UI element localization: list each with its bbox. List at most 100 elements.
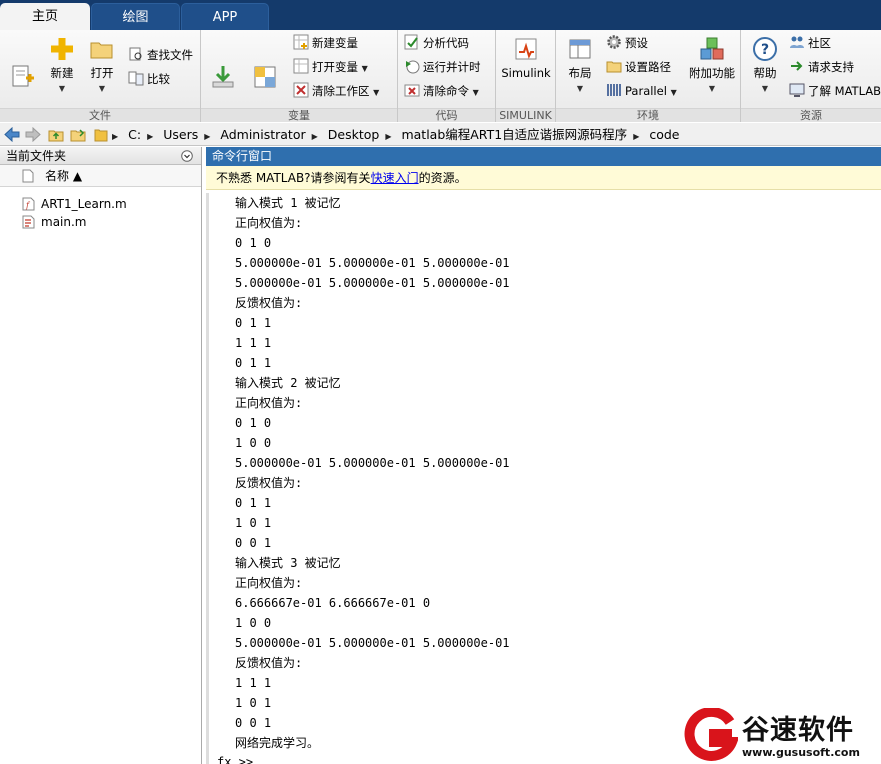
output-line: 0 1 0 xyxy=(235,236,272,250)
chevron-down-icon: ▼ xyxy=(361,64,368,73)
output-line: 正向权值为: xyxy=(235,216,303,230)
layout-icon xyxy=(569,39,591,59)
environment-group: 布局 ▼ 预设 设置路径 Parallel ▼ 附加功能 ▼ 环境 xyxy=(556,30,741,122)
help-question-icon: ? xyxy=(753,37,777,61)
panel-menu-chevron-icon[interactable] xyxy=(181,150,193,162)
back-arrow-icon[interactable] xyxy=(4,127,20,142)
learn-matlab-button[interactable]: 了解 MATLAB xyxy=(789,81,881,101)
breadcrumb-item[interactable]: Users xyxy=(163,127,198,142)
breadcrumb-separator-icon: ▶ xyxy=(633,132,640,141)
file-type-icon xyxy=(22,169,34,183)
command-window[interactable]: 命令行窗口 不熟悉 MATLAB?请参阅有关快速入门的资源。 输入模式 1 被记… xyxy=(206,147,881,764)
parallel-button[interactable]: Parallel ▼ xyxy=(606,81,677,101)
open-variable-button[interactable]: 打开变量 ▼ xyxy=(293,57,368,77)
community-button[interactable]: 社区 xyxy=(789,33,831,53)
breadcrumb-separator-icon: ▶ xyxy=(311,132,318,141)
file-item[interactable]: main.m xyxy=(0,213,201,231)
breadcrumb-separator-icon: ▶ xyxy=(385,132,392,141)
addons-cubes-icon xyxy=(700,37,724,60)
output-line: 网络完成学习。 xyxy=(235,736,320,750)
simulink-group-label: SIMULINK xyxy=(496,108,555,122)
resources-group: ? 帮助 ▼ 社区 请求支持 了解 MATLAB 资源 xyxy=(741,30,881,122)
clear-commands-button[interactable]: 清除命令 ▼ xyxy=(404,81,479,101)
file-item[interactable]: f ART1_Learn.m xyxy=(0,195,201,213)
getting-started-infobar: 不熟悉 MATLAB?请参阅有关快速入门的资源。 xyxy=(206,166,881,190)
watermark-url: www.gususoft.com xyxy=(742,746,860,759)
breadcrumb-separator-icon: ▶ xyxy=(204,132,211,141)
command-window-title: 命令行窗口 xyxy=(206,147,881,166)
folder-path-icon xyxy=(606,61,622,73)
run-and-time-button[interactable]: 运行并计时 xyxy=(404,57,481,77)
chevron-down-icon: ▼ xyxy=(576,84,584,93)
set-path-button[interactable]: 设置路径 xyxy=(606,57,671,77)
output-line: 6.666667e-01 6.666667e-01 0 xyxy=(235,596,431,610)
forward-arrow-icon[interactable] xyxy=(25,127,41,142)
clear-workspace-button[interactable]: 清除工作区 ▼ xyxy=(293,81,379,101)
find-files-icon xyxy=(129,47,142,61)
current-folder-panel: 当前文件夹 名称 ▲ f ART1_Learn.m main.m xyxy=(0,147,202,764)
breadcrumb-item[interactable]: code xyxy=(649,127,679,142)
root-folder-icon[interactable] xyxy=(94,127,108,142)
breadcrumb-item[interactable]: C: xyxy=(128,127,141,142)
gear-icon xyxy=(607,35,621,49)
output-line: 正向权值为: xyxy=(235,396,303,410)
output-line: 0 0 1 xyxy=(235,716,272,730)
up-folder-icon[interactable] xyxy=(48,127,64,142)
command-prompt[interactable]: fx >> xyxy=(217,755,253,764)
tab-home[interactable]: 主页 xyxy=(0,3,90,30)
output-line: 反馈权值为: xyxy=(235,296,303,310)
simulink-button[interactable]: Simulink xyxy=(500,36,552,80)
open-button[interactable]: 打开 ▼ xyxy=(82,36,122,96)
tab-plots[interactable]: 绘图 xyxy=(91,3,180,30)
compare-button[interactable]: 比较 xyxy=(128,69,170,89)
mfile-function-icon: f xyxy=(22,197,35,211)
analyze-code-button[interactable]: 分析代码 xyxy=(404,33,469,53)
request-support-button[interactable]: 请求支持 xyxy=(789,57,854,77)
svg-text:?: ? xyxy=(761,42,769,58)
tab-apps[interactable]: APP xyxy=(181,3,269,30)
output-line: 1 0 1 xyxy=(235,516,272,530)
chevron-down-icon: ▼ xyxy=(670,88,677,97)
new-button[interactable]: 新建 ▼ xyxy=(42,36,82,96)
parallel-icon xyxy=(607,84,621,96)
chevron-down-icon: ▼ xyxy=(373,88,380,97)
output-line: 0 1 1 xyxy=(235,316,272,330)
layout-button[interactable]: 布局 ▼ xyxy=(560,36,600,96)
find-files-button[interactable]: 查找文件 xyxy=(128,45,193,65)
help-button[interactable]: ? 帮助 ▼ xyxy=(745,36,785,96)
quick-start-link[interactable]: 快速入门 xyxy=(371,171,419,185)
breadcrumb-separator-icon: ▶ xyxy=(147,132,154,141)
breadcrumb-item[interactable]: matlab编程ART1自适应谐振网源码程序 xyxy=(401,127,627,142)
breadcrumb-item[interactable]: Administrator xyxy=(220,127,305,142)
breadcrumb-item[interactable]: Desktop xyxy=(328,127,380,142)
toolstrip-tabbar: 主页 绘图 APP xyxy=(0,0,881,30)
gususoft-logo-icon xyxy=(684,708,738,761)
output-line: 0 0 1 xyxy=(235,536,272,550)
chevron-down-icon: ▼ xyxy=(472,88,479,97)
breadcrumb: ▶ C: ▶ Users ▶ Administrator ▶ Desktop ▶ mat… xyxy=(112,123,685,148)
name-column-header[interactable]: 名称 ▲ xyxy=(0,165,201,187)
variable-group-label: 变量 xyxy=(201,108,397,122)
file-group-label: 文件 xyxy=(0,108,200,122)
simulink-group: Simulink SIMULINK xyxy=(496,30,556,122)
run-and-time-icon xyxy=(406,60,420,74)
clear-workspace-icon xyxy=(293,82,309,98)
chevron-down-icon: ▼ xyxy=(58,84,66,93)
simulink-icon xyxy=(515,38,537,60)
watermark-logo: 谷速软件 www.gususoft.com xyxy=(684,706,881,764)
output-line: 反馈权值为: xyxy=(235,656,303,670)
output-line: 反馈权值为: xyxy=(235,476,303,490)
watermark-text: 谷速软件 xyxy=(742,715,854,746)
new-variable-button[interactable]: 新建变量 xyxy=(293,33,358,53)
save-workspace-icon xyxy=(254,66,276,88)
code-group: 分析代码 运行并计时 清除命令 ▼ 代码 xyxy=(398,30,496,122)
browse-folder-icon[interactable] xyxy=(70,127,86,142)
addons-button[interactable]: 附加功能 ▼ xyxy=(688,36,736,96)
output-line: 1 0 0 xyxy=(235,436,272,450)
output-line: 正向权值为: xyxy=(235,576,303,590)
address-bar: ▶ C: ▶ Users ▶ Administrator ▶ Desktop ▶ mat… xyxy=(0,123,881,146)
command-output[interactable]: 输入模式 1 被记忆 正向权值为: 0 1 0 5.000000e-01 5.0000… xyxy=(206,193,881,764)
preferences-button[interactable]: 预设 xyxy=(606,33,648,53)
mfile-script-icon xyxy=(22,215,35,229)
chevron-down-icon: ▼ xyxy=(98,84,106,93)
